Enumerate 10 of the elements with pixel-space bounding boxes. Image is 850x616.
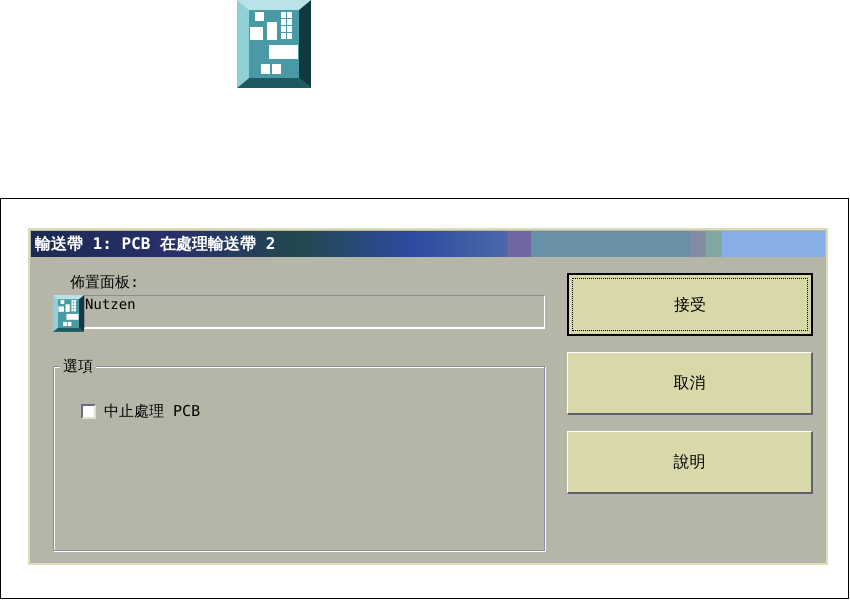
dialog-button[interactable]: 說明 <box>567 431 813 494</box>
layout-panel-label: 佈置面板: <box>69 272 140 293</box>
options-group-label: 選項 <box>60 356 96 376</box>
dialog-button[interactable]: 取消 <box>567 352 813 415</box>
board-layout-icon <box>53 295 84 332</box>
dialog-button[interactable]: 接受 <box>567 273 813 336</box>
checkbox[interactable] <box>81 404 96 419</box>
layout-panel-field[interactable]: Nutzen <box>84 295 545 329</box>
window-title: 輸送帶 1: PCB 在處理輸送帶 2 <box>31 231 825 257</box>
checkbox-label: 中止處理 PCB <box>104 401 200 422</box>
